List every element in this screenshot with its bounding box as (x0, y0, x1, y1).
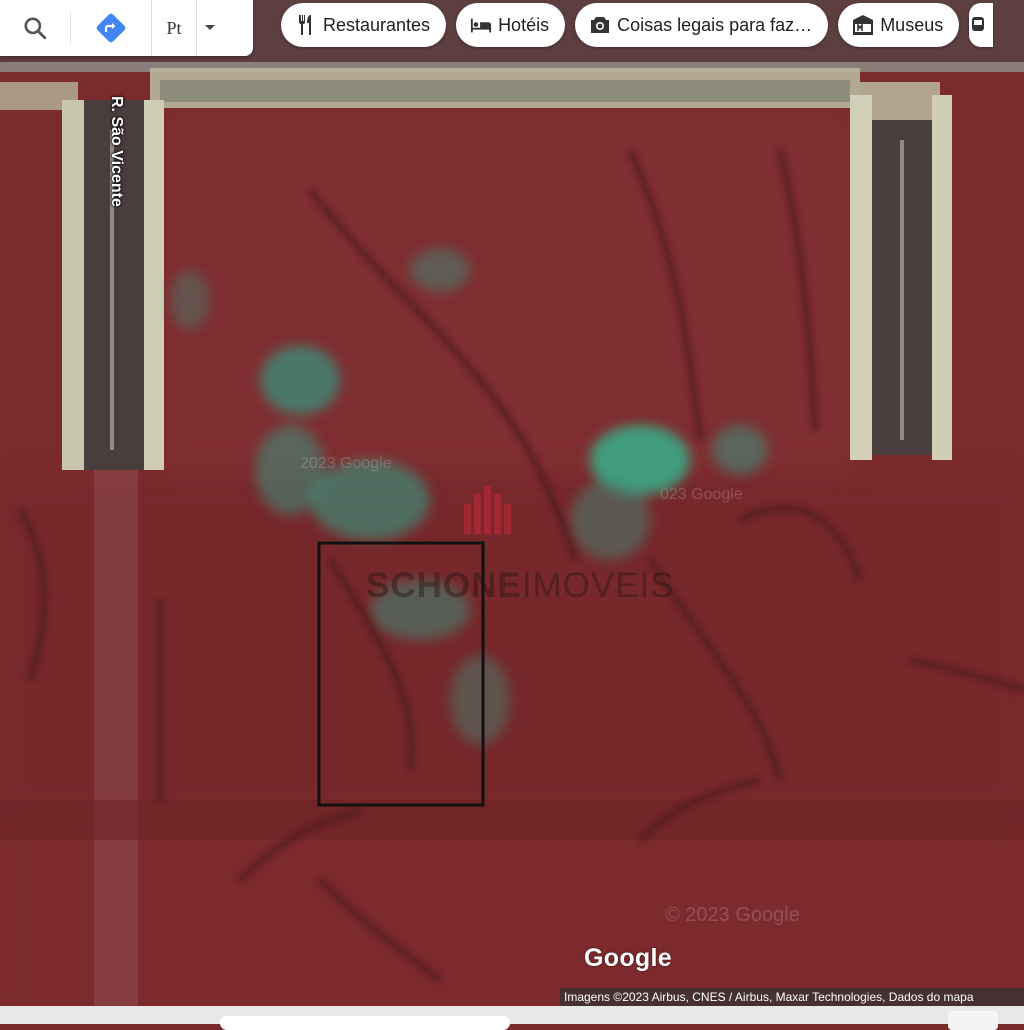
camera-icon (589, 14, 611, 36)
search-icon (24, 17, 47, 40)
chip-label: Restaurantes (323, 14, 431, 35)
search-button[interactable] (0, 0, 70, 56)
museum-icon (852, 14, 874, 36)
chip-label: Museus (880, 14, 944, 35)
directions-icon (96, 13, 126, 43)
transit-icon (969, 14, 987, 36)
street-label: R. São Vicente (108, 96, 125, 207)
language-dropdown-button[interactable] (196, 0, 223, 56)
watermark-suffix: IMOVEIS (521, 566, 675, 605)
fork-knife-icon (295, 14, 317, 36)
search-panel: Pt (0, 0, 253, 56)
bottom-bar (0, 1006, 1024, 1030)
bottom-search-bar[interactable] (220, 1016, 510, 1030)
bed-icon (470, 14, 492, 36)
directions-button[interactable] (71, 0, 151, 56)
category-chips: Restaurantes Hotéis Coisas legais para f… (281, 3, 994, 47)
chip-hotels[interactable]: Hotéis (456, 3, 566, 47)
watermark-logo (464, 486, 511, 534)
map-attribution: Imagens ©2023 Airbus, CNES / Airbus, Max… (560, 988, 1024, 1006)
chip-museums[interactable]: Museus (838, 3, 960, 47)
faint-copyright-3: © 2023 Google (665, 904, 800, 926)
chip-label: Hotéis (498, 14, 550, 35)
watermark-text: SCHONEIMOVEIS (366, 566, 675, 606)
chip-more[interactable] (969, 3, 994, 47)
faint-copyright-2: 023 Google (660, 486, 743, 503)
caret-down-icon (205, 25, 215, 30)
bottom-icon[interactable] (948, 1011, 998, 1030)
faint-copyright-1: 2023 Google (300, 455, 392, 472)
chip-restaurants[interactable]: Restaurantes (281, 3, 447, 47)
chip-things-to-do[interactable]: Coisas legais para faz… (575, 3, 829, 47)
language-label: Pt (166, 17, 182, 38)
watermark-brand: SCHONE (366, 566, 522, 605)
chip-label: Coisas legais para faz… (617, 14, 813, 35)
google-logo: Google (584, 944, 672, 972)
